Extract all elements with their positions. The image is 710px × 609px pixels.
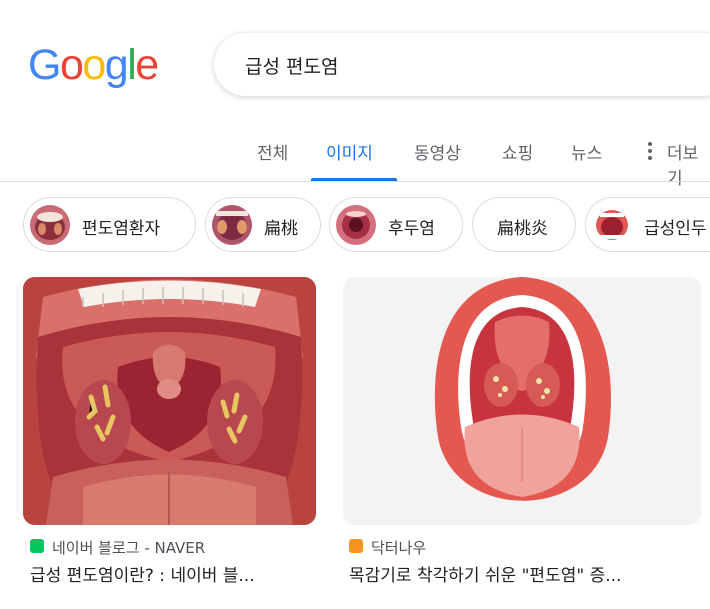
logo-letter: o — [82, 41, 106, 89]
result-image-tonsillitis-mouth[interactable] — [343, 277, 701, 525]
tab-all[interactable]: 전체 — [257, 139, 288, 164]
chip-thumbnail — [30, 205, 70, 245]
result-image-tonsillitis-illustration[interactable] — [23, 277, 316, 525]
tab-images[interactable]: 이미지 — [326, 139, 373, 164]
result-source-label: 닥터나우 — [371, 539, 427, 557]
chip-label: 扁桃炎 — [497, 219, 548, 239]
google-logo[interactable]: Google — [28, 41, 159, 89]
chip-label: 급성인두 — [644, 219, 707, 239]
chip-thumbnail — [592, 205, 632, 245]
logo-letter: g — [104, 41, 129, 89]
result-source[interactable]: 닥터나우 — [349, 537, 699, 557]
naver-blog-icon — [30, 539, 44, 553]
search-tabs: 전체 이미지 동영상 쇼핑 뉴스 더보기 — [0, 130, 710, 189]
chip-thumbnail — [212, 205, 252, 245]
open-mouth-illustration — [343, 277, 701, 525]
doctornow-icon — [349, 539, 363, 553]
throat-illustration — [23, 277, 316, 525]
chip-thumbnail — [336, 205, 376, 245]
logo-letter: e — [135, 41, 159, 89]
chip-label: 후두염 — [388, 219, 435, 239]
chip-label: 扁桃 — [264, 219, 298, 239]
result-source-label: 네이버 블로그 - NAVER — [52, 539, 206, 557]
result-title[interactable]: 목감기로 착각하기 쉬운 "편도염" 증... — [349, 561, 689, 586]
tab-videos[interactable]: 동영상 — [414, 139, 461, 164]
chip-label: 편도염환자 — [82, 219, 161, 239]
tab-news[interactable]: 뉴스 — [571, 139, 602, 164]
search-input[interactable]: 급성 편도염 — [245, 52, 338, 79]
logo-letter: G — [28, 41, 61, 89]
tabs-divider — [0, 181, 710, 182]
search-box[interactable]: 급성 편도염 — [214, 33, 710, 96]
result-title[interactable]: 급성 편도염이란? : 네이버 블... — [30, 561, 320, 586]
more-vert-icon[interactable] — [648, 142, 654, 162]
tab-shopping[interactable]: 쇼핑 — [502, 139, 533, 164]
chip-tonsillitis-patient[interactable]: 편도염환자 — [23, 197, 196, 252]
logo-letter: o — [59, 41, 84, 89]
chip-tonsil-hanja[interactable]: 扁桃 — [205, 197, 321, 252]
logo-letter: l — [127, 41, 137, 89]
chip-tonsillitis-hanja[interactable]: 扁桃炎 — [472, 197, 576, 252]
result-source[interactable]: 네이버 블로그 - NAVER — [30, 537, 320, 557]
chip-laryngitis[interactable]: 후두염 — [329, 197, 463, 252]
chip-acute-pharyngitis[interactable]: 급성인두 — [585, 197, 710, 252]
